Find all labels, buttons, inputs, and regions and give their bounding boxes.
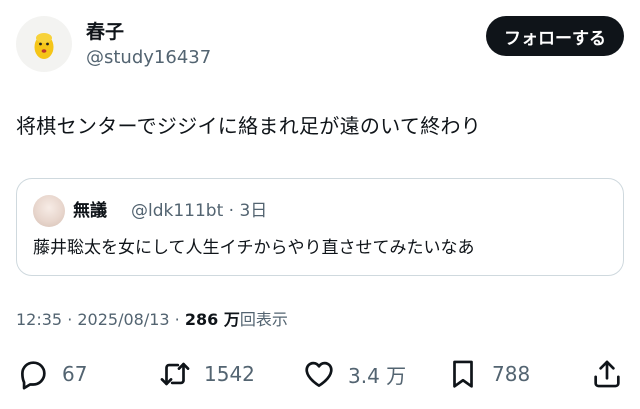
repost-button[interactable]: 1542 xyxy=(158,354,255,394)
share-upload-icon xyxy=(594,360,620,388)
views-label: 回表示 xyxy=(239,310,288,329)
heart-icon xyxy=(305,361,333,387)
reply-count: 67 xyxy=(62,362,88,386)
like-button[interactable]: 3.4 万 xyxy=(302,354,406,394)
quoted-post-card[interactable]: 無議 @ldk111bt · 3日 藤井聡太を女にして人生イチからやり直させてみ… xyxy=(16,178,624,276)
post-header: 春子 @study16437 フォローする xyxy=(16,14,624,76)
bookmark-icon xyxy=(453,360,473,388)
author-handle[interactable]: @study16437 xyxy=(86,46,211,70)
quoted-post-text: 藤井聡太を女にして人生イチからやり直させてみたいなあ xyxy=(33,238,475,258)
post-timestamp: 12:35 · 2025/08/13 · 286 万回表示 xyxy=(16,308,288,332)
author-avatar[interactable] xyxy=(16,16,72,72)
repost-arrows-icon xyxy=(160,362,190,386)
author-display-name[interactable]: 春子 xyxy=(86,20,211,44)
quoted-author-avatar[interactable] xyxy=(33,195,65,227)
bookmark-button[interactable]: 788 xyxy=(446,354,530,394)
repost-count: 1542 xyxy=(204,362,255,386)
bookmark-count: 788 xyxy=(492,362,531,386)
yellow-face-avatar-icon xyxy=(34,33,54,59)
quoted-author-display-name: 無議 xyxy=(73,201,107,221)
views-count: 286 万 xyxy=(184,310,240,329)
reply-button[interactable]: 67 xyxy=(16,354,87,394)
action-bar: 67 1542 3.4 万 788 xyxy=(0,354,640,394)
share-button[interactable] xyxy=(590,354,624,394)
follow-button[interactable]: フォローする xyxy=(486,16,624,56)
speech-bubble-icon xyxy=(21,361,46,390)
quoted-author-handle-time: @ldk111bt · 3日 xyxy=(131,201,268,221)
post-time-date[interactable]: 12:35 · 2025/08/13 · xyxy=(16,310,185,329)
author-names: 春子 @study16437 xyxy=(86,20,211,70)
like-count: 3.4 万 xyxy=(348,363,407,388)
post-text: 将棋センターでジジイに絡まれ足が遠のいて終わり xyxy=(16,114,482,138)
